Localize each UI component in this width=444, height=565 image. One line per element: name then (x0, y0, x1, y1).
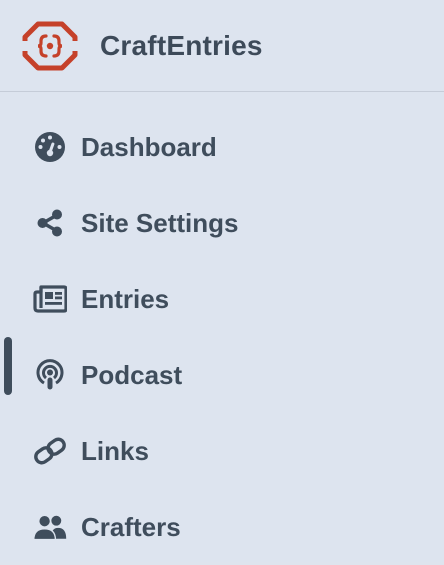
link-icon (32, 433, 68, 469)
sidebar-item-label: Entries (81, 283, 170, 314)
sidebar-item-label: Links (81, 435, 149, 466)
podcast-icon (32, 357, 68, 393)
share-nodes-icon (32, 205, 68, 241)
sidebar-item-dashboard[interactable]: Dashboard (0, 109, 444, 185)
craft-logo-icon (22, 21, 78, 71)
sidebar-item-site-settings[interactable]: Site Settings (0, 185, 444, 261)
sidebar-item-label: Dashboard (81, 131, 217, 162)
sidebar-item-label: Podcast (81, 359, 183, 390)
sidebar-item-links[interactable]: Links (0, 413, 444, 489)
sidebar: CraftEntries Dashboard Site Settings Ent… (0, 0, 444, 562)
sidebar-item-label: Crafters (81, 511, 181, 542)
brand-name: CraftEntries (100, 29, 263, 61)
sidebar-nav: Dashboard Site Settings Entries Podcast … (0, 92, 444, 565)
sidebar-item-label: Site Settings (81, 207, 239, 238)
dashboard-gauge-icon (32, 129, 68, 165)
users-icon (32, 509, 68, 545)
brand-header[interactable]: CraftEntries (0, 0, 444, 92)
newspaper-icon (32, 281, 68, 317)
sidebar-item-podcast[interactable]: Podcast (0, 337, 444, 413)
sidebar-item-entries[interactable]: Entries (0, 261, 444, 337)
sidebar-item-crafters[interactable]: Crafters (0, 489, 444, 565)
